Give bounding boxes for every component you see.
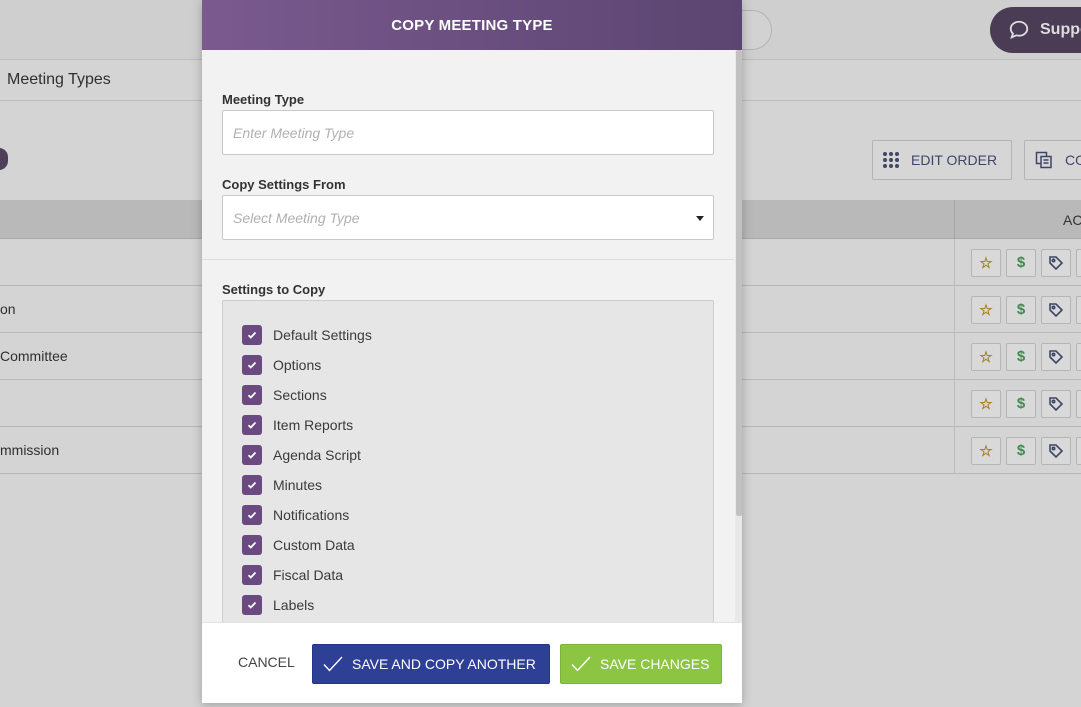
setting-label: Notifications	[273, 507, 350, 523]
setting-fiscal-data[interactable]: Fiscal Data	[242, 564, 343, 586]
support-label: Suppo	[1040, 21, 1081, 38]
checkbox-checked-icon[interactable]	[242, 535, 262, 555]
setting-label: Fiscal Data	[273, 567, 344, 583]
setting-label: Custom Data	[273, 537, 355, 553]
support-button[interactable]: Suppo	[990, 7, 1081, 53]
setting-item-reports[interactable]: Item Reports	[242, 414, 353, 436]
setting-label: Sections	[273, 387, 327, 403]
dollar-icon[interactable]: $	[1006, 389, 1036, 418]
row-name: Committee	[0, 348, 68, 364]
copy-settings-from-label: Copy Settings From	[222, 177, 346, 192]
checkbox-checked-icon[interactable]	[242, 385, 262, 405]
select-placeholder: Select Meeting Type	[233, 210, 360, 226]
more-action-icon[interactable]	[1076, 248, 1081, 277]
checkbox-checked-icon[interactable]	[242, 505, 262, 525]
more-action-icon[interactable]	[1076, 436, 1081, 465]
scrollbar-thumb[interactable]	[736, 50, 742, 516]
more-action-icon[interactable]	[1076, 389, 1081, 418]
setting-label: Labels	[273, 597, 315, 613]
copy-label: CO	[1065, 152, 1081, 168]
setting-options[interactable]: Options	[242, 354, 321, 376]
checkbox-checked-icon[interactable]	[242, 475, 262, 495]
checkbox-checked-icon[interactable]	[242, 595, 262, 615]
edit-order-label: EDIT ORDER	[911, 152, 998, 168]
tag-icon[interactable]	[1041, 342, 1071, 371]
settings-to-copy-label: Settings to Copy	[222, 282, 326, 297]
setting-custom-data[interactable]: Custom Data	[242, 534, 355, 556]
tag-icon[interactable]	[1041, 436, 1071, 465]
setting-agenda-script[interactable]: Agenda Script	[242, 444, 361, 466]
setting-label: Default Settings	[273, 327, 372, 343]
star-icon[interactable]: ☆	[971, 295, 1001, 324]
setting-minutes[interactable]: Minutes	[242, 474, 322, 496]
save-and-copy-another-label: SAVE AND COPY ANOTHER	[352, 656, 536, 672]
row-name: on	[0, 301, 16, 317]
copy-settings-from-select[interactable]: Select Meeting Type	[222, 195, 714, 240]
more-action-icon[interactable]	[1076, 342, 1081, 371]
setting-sections[interactable]: Sections	[242, 384, 327, 406]
meeting-type-label: Meeting Type	[222, 92, 305, 107]
save-and-copy-another-button[interactable]: SAVE AND COPY ANOTHER	[312, 644, 550, 684]
setting-notifications[interactable]: Notifications	[242, 504, 349, 526]
cancel-button[interactable]: CANCEL	[238, 654, 295, 670]
setting-labels[interactable]: Labels	[242, 594, 314, 616]
page-title: Meeting Types	[7, 71, 111, 88]
actions-column-divider	[954, 200, 955, 239]
checkbox-checked-icon[interactable]	[242, 415, 262, 435]
dollar-icon[interactable]: $	[1006, 248, 1036, 277]
settings-list: Default Settings Options Sections Item R…	[222, 300, 714, 622]
more-action-icon[interactable]	[1076, 295, 1081, 324]
grid-dots-icon	[883, 152, 899, 168]
star-icon[interactable]: ☆	[971, 436, 1001, 465]
chevron-down-icon	[696, 216, 704, 221]
save-changes-label: SAVE CHANGES	[600, 656, 710, 672]
dialog-scrollbar[interactable]	[735, 50, 742, 622]
row-actions: ☆ $	[954, 333, 1081, 380]
copy-icon	[1035, 151, 1052, 169]
checkbox-checked-icon[interactable]	[242, 445, 262, 465]
row-name: mmission	[0, 442, 60, 458]
row-actions: ☆ $	[954, 286, 1081, 333]
dialog-title: COPY MEETING TYPE	[391, 16, 553, 34]
setting-label: Minutes	[273, 477, 323, 493]
edit-order-button[interactable]: EDIT ORDER	[872, 140, 1012, 180]
row-actions: ☆ $	[954, 427, 1081, 474]
tag-icon[interactable]	[1041, 389, 1071, 418]
star-icon[interactable]: ☆	[971, 389, 1001, 418]
star-icon[interactable]: ☆	[971, 248, 1001, 277]
chat-bubble-icon	[1009, 20, 1029, 40]
setting-label: Item Reports	[273, 417, 354, 433]
tag-icon[interactable]	[1041, 295, 1071, 324]
status-pill	[0, 148, 8, 170]
divider	[202, 259, 734, 260]
dialog-footer: CANCEL SAVE AND COPY ANOTHER SAVE CHANGE…	[202, 622, 742, 703]
checkmark-icon	[323, 656, 343, 672]
star-icon[interactable]: ☆	[971, 342, 1001, 371]
setting-label: Options	[273, 357, 322, 373]
actions-header: AC	[1063, 212, 1081, 228]
row-actions: ☆ $	[954, 239, 1081, 286]
dialog-header: COPY MEETING TYPE	[202, 0, 742, 50]
dollar-icon[interactable]: $	[1006, 295, 1036, 324]
dialog-body: Meeting Type Copy Settings From Select M…	[202, 50, 734, 622]
row-actions: ☆ $	[954, 380, 1081, 427]
copy-meeting-type-dialog: COPY MEETING TYPE Meeting Type Copy Sett…	[202, 0, 742, 703]
dollar-icon[interactable]: $	[1006, 342, 1036, 371]
dollar-icon[interactable]: $	[1006, 436, 1036, 465]
checkmark-icon	[571, 656, 591, 672]
setting-default-settings[interactable]: Default Settings	[242, 324, 372, 346]
meeting-type-input[interactable]	[222, 110, 714, 155]
checkbox-checked-icon[interactable]	[242, 355, 262, 375]
save-changes-button[interactable]: SAVE CHANGES	[560, 644, 722, 684]
setting-label: Agenda Script	[273, 447, 361, 463]
tag-icon[interactable]	[1041, 248, 1071, 277]
checkbox-checked-icon[interactable]	[242, 565, 262, 585]
checkbox-checked-icon[interactable]	[242, 325, 262, 345]
copy-button[interactable]: CO	[1024, 140, 1081, 180]
